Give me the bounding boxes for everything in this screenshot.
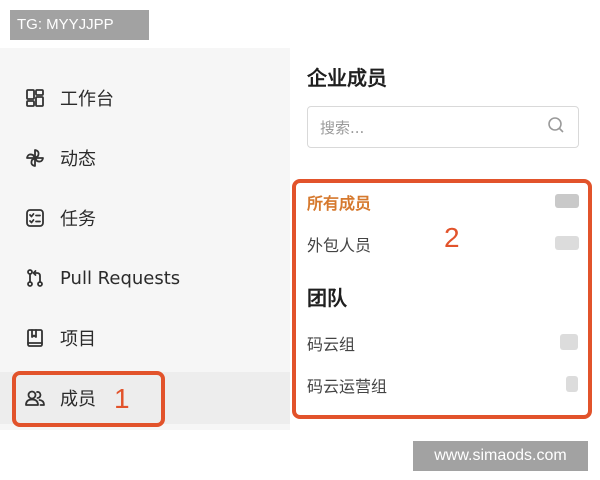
search-input[interactable]: 搜索... bbox=[307, 106, 579, 148]
annotation-box-2 bbox=[292, 179, 592, 419]
sidebar-item-projects[interactable]: 项目 bbox=[0, 312, 290, 364]
project-book-icon bbox=[24, 327, 46, 349]
search-placeholder: 搜索... bbox=[320, 118, 365, 137]
annotation-box-1 bbox=[12, 371, 165, 427]
page-title: 企业成员 bbox=[307, 66, 387, 90]
annotation-number-1: 1 bbox=[114, 383, 130, 414]
sidebar-item-label: 项目 bbox=[60, 329, 96, 350]
annotation-number-2: 2 bbox=[444, 222, 460, 253]
sidebar-item-label: 动态 bbox=[60, 149, 96, 170]
sidebar-item-label: Pull Requests bbox=[60, 267, 181, 289]
sidebar-item-pull-requests[interactable]: Pull Requests bbox=[0, 252, 290, 304]
watermark-top: TG: MYYJJPP bbox=[10, 10, 149, 40]
sidebar-item-label: 工作台 bbox=[60, 89, 114, 110]
pinwheel-icon bbox=[24, 147, 46, 169]
task-list-icon bbox=[24, 207, 46, 229]
sidebar-item-workbench[interactable]: 工作台 bbox=[0, 72, 290, 124]
dashboard-icon bbox=[24, 87, 46, 109]
pull-request-icon bbox=[24, 267, 46, 289]
watermark-bottom: www.simaods.com bbox=[413, 441, 588, 471]
search-icon[interactable] bbox=[546, 115, 566, 139]
sidebar-item-activity[interactable]: 动态 bbox=[0, 132, 290, 184]
sidebar-item-tasks[interactable]: 任务 bbox=[0, 192, 290, 244]
sidebar-item-label: 任务 bbox=[60, 209, 96, 230]
